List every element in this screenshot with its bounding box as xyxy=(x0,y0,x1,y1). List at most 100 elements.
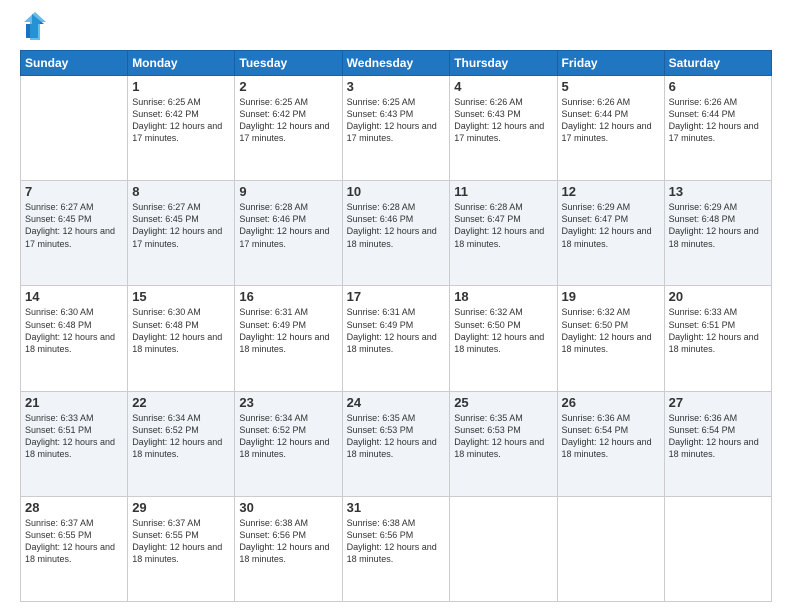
day-info: Sunrise: 6:29 AM Sunset: 6:47 PM Dayligh… xyxy=(562,201,660,250)
day-number: 11 xyxy=(454,184,552,199)
day-number: 21 xyxy=(25,395,123,410)
calendar-cell xyxy=(557,496,664,601)
calendar-cell: 31Sunrise: 6:38 AM Sunset: 6:56 PM Dayli… xyxy=(342,496,450,601)
day-number: 8 xyxy=(132,184,230,199)
day-info: Sunrise: 6:37 AM Sunset: 6:55 PM Dayligh… xyxy=(132,517,230,566)
logo-text xyxy=(20,16,46,40)
day-number: 20 xyxy=(669,289,767,304)
day-number: 9 xyxy=(239,184,337,199)
day-number: 30 xyxy=(239,500,337,515)
day-info: Sunrise: 6:38 AM Sunset: 6:56 PM Dayligh… xyxy=(239,517,337,566)
calendar-cell: 9 Sunrise: 6:28 AM Sunset: 6:46 PM Daylig… xyxy=(235,181,342,286)
day-number: 22 xyxy=(132,395,230,410)
day-number: 6 xyxy=(669,79,767,94)
calendar-cell: 28 Sunrise: 6:37 AM Sunset: 6:55 PM Dayli… xyxy=(21,496,128,601)
day-number: 26 xyxy=(562,395,660,410)
col-tuesday: Tuesday xyxy=(235,51,342,76)
calendar-cell: 30 Sunrise: 6:38 AM Sunset: 6:56 PM Dayli… xyxy=(235,496,342,601)
day-info: Sunrise: 6:35 AM Sunset: 6:53 PM Dayligh… xyxy=(454,412,552,461)
calendar-cell: 24 Sunrise: 6:35 AM Sunset: 6:53 PM Dayli… xyxy=(342,391,450,496)
day-number: 12 xyxy=(562,184,660,199)
calendar-cell: 13 Sunrise: 6:29 AM Sunset: 6:48 PM Dayli… xyxy=(664,181,771,286)
day-number: 13 xyxy=(669,184,767,199)
day-number: 27 xyxy=(669,395,767,410)
day-number: 24 xyxy=(347,395,446,410)
week-row-4: 21 Sunrise: 6:33 AM Sunset: 6:51 PM Dayli… xyxy=(21,391,772,496)
header-row: Sunday Monday Tuesday Wednesday Thursday… xyxy=(21,51,772,76)
day-info: Sunrise: 6:31 AM Sunset: 6:49 PM Dayligh… xyxy=(239,306,337,355)
calendar-cell: 5Sunrise: 6:26 AM Sunset: 6:44 PM Daylig… xyxy=(557,76,664,181)
calendar-cell: 16Sunrise: 6:31 AM Sunset: 6:49 PM Dayli… xyxy=(235,286,342,391)
day-info: Sunrise: 6:31 AM Sunset: 6:49 PM Dayligh… xyxy=(347,306,446,355)
day-info: Sunrise: 6:28 AM Sunset: 6:46 PM Dayligh… xyxy=(347,201,446,250)
day-info: Sunrise: 6:30 AM Sunset: 6:48 PM Dayligh… xyxy=(132,306,230,355)
calendar-cell: 22Sunrise: 6:34 AM Sunset: 6:52 PM Dayli… xyxy=(128,391,235,496)
day-info: Sunrise: 6:35 AM Sunset: 6:53 PM Dayligh… xyxy=(347,412,446,461)
day-number: 19 xyxy=(562,289,660,304)
day-info: Sunrise: 6:33 AM Sunset: 6:51 PM Dayligh… xyxy=(25,412,123,461)
calendar-cell: 8 Sunrise: 6:27 AM Sunset: 6:45 PM Daylig… xyxy=(128,181,235,286)
calendar-cell: 3 Sunrise: 6:25 AM Sunset: 6:43 PM Daylig… xyxy=(342,76,450,181)
calendar-cell xyxy=(450,496,557,601)
day-info: Sunrise: 6:38 AM Sunset: 6:56 PM Dayligh… xyxy=(347,517,446,566)
day-number: 14 xyxy=(25,289,123,304)
week-row-5: 28 Sunrise: 6:37 AM Sunset: 6:55 PM Dayli… xyxy=(21,496,772,601)
calendar-cell: 21 Sunrise: 6:33 AM Sunset: 6:51 PM Dayli… xyxy=(21,391,128,496)
calendar-cell: 11 Sunrise: 6:28 AM Sunset: 6:47 PM Dayli… xyxy=(450,181,557,286)
calendar-cell: 19Sunrise: 6:32 AM Sunset: 6:50 PM Dayli… xyxy=(557,286,664,391)
day-info: Sunrise: 6:27 AM Sunset: 6:45 PM Dayligh… xyxy=(132,201,230,250)
logo xyxy=(20,16,46,40)
day-info: Sunrise: 6:26 AM Sunset: 6:43 PM Dayligh… xyxy=(454,96,552,145)
calendar-cell: 27 Sunrise: 6:36 AM Sunset: 6:54 PM Dayli… xyxy=(664,391,771,496)
day-number: 3 xyxy=(347,79,446,94)
day-info: Sunrise: 6:26 AM Sunset: 6:44 PM Dayligh… xyxy=(669,96,767,145)
day-number: 7 xyxy=(25,184,123,199)
day-number: 29 xyxy=(132,500,230,515)
day-info: Sunrise: 6:25 AM Sunset: 6:43 PM Dayligh… xyxy=(347,96,446,145)
day-number: 25 xyxy=(454,395,552,410)
day-info: Sunrise: 6:36 AM Sunset: 6:54 PM Dayligh… xyxy=(669,412,767,461)
calendar-cell: 20 Sunrise: 6:33 AM Sunset: 6:51 PM Dayli… xyxy=(664,286,771,391)
calendar-cell: 15 Sunrise: 6:30 AM Sunset: 6:48 PM Dayli… xyxy=(128,286,235,391)
day-number: 23 xyxy=(239,395,337,410)
calendar-cell: 10Sunrise: 6:28 AM Sunset: 6:46 PM Dayli… xyxy=(342,181,450,286)
col-thursday: Thursday xyxy=(450,51,557,76)
day-info: Sunrise: 6:25 AM Sunset: 6:42 PM Dayligh… xyxy=(239,96,337,145)
col-wednesday: Wednesday xyxy=(342,51,450,76)
calendar-cell: 14 Sunrise: 6:30 AM Sunset: 6:48 PM Dayli… xyxy=(21,286,128,391)
day-info: Sunrise: 6:28 AM Sunset: 6:46 PM Dayligh… xyxy=(239,201,337,250)
day-info: Sunrise: 6:36 AM Sunset: 6:54 PM Dayligh… xyxy=(562,412,660,461)
col-monday: Monday xyxy=(128,51,235,76)
day-info: Sunrise: 6:32 AM Sunset: 6:50 PM Dayligh… xyxy=(454,306,552,355)
day-info: Sunrise: 6:26 AM Sunset: 6:44 PM Dayligh… xyxy=(562,96,660,145)
calendar-cell: 18Sunrise: 6:32 AM Sunset: 6:50 PM Dayli… xyxy=(450,286,557,391)
calendar-cell: 4Sunrise: 6:26 AM Sunset: 6:43 PM Daylig… xyxy=(450,76,557,181)
day-number: 1 xyxy=(132,79,230,94)
week-row-3: 14 Sunrise: 6:30 AM Sunset: 6:48 PM Dayli… xyxy=(21,286,772,391)
calendar-cell: 7 Sunrise: 6:27 AM Sunset: 6:45 PM Daylig… xyxy=(21,181,128,286)
logo-icon xyxy=(24,12,46,40)
col-saturday: Saturday xyxy=(664,51,771,76)
calendar-cell: 29 Sunrise: 6:37 AM Sunset: 6:55 PM Dayli… xyxy=(128,496,235,601)
day-number: 17 xyxy=(347,289,446,304)
calendar-cell xyxy=(664,496,771,601)
day-info: Sunrise: 6:27 AM Sunset: 6:45 PM Dayligh… xyxy=(25,201,123,250)
day-info: Sunrise: 6:33 AM Sunset: 6:51 PM Dayligh… xyxy=(669,306,767,355)
day-info: Sunrise: 6:30 AM Sunset: 6:48 PM Dayligh… xyxy=(25,306,123,355)
day-number: 28 xyxy=(25,500,123,515)
day-info: Sunrise: 6:29 AM Sunset: 6:48 PM Dayligh… xyxy=(669,201,767,250)
calendar-cell: 1Sunrise: 6:25 AM Sunset: 6:42 PM Daylig… xyxy=(128,76,235,181)
day-info: Sunrise: 6:37 AM Sunset: 6:55 PM Dayligh… xyxy=(25,517,123,566)
day-number: 15 xyxy=(132,289,230,304)
day-info: Sunrise: 6:34 AM Sunset: 6:52 PM Dayligh… xyxy=(239,412,337,461)
col-friday: Friday xyxy=(557,51,664,76)
day-number: 2 xyxy=(239,79,337,94)
calendar-table: Sunday Monday Tuesday Wednesday Thursday… xyxy=(20,50,772,602)
calendar-cell xyxy=(21,76,128,181)
page: Sunday Monday Tuesday Wednesday Thursday… xyxy=(0,0,792,612)
week-row-2: 7 Sunrise: 6:27 AM Sunset: 6:45 PM Daylig… xyxy=(21,181,772,286)
calendar-cell: 2 Sunrise: 6:25 AM Sunset: 6:42 PM Daylig… xyxy=(235,76,342,181)
day-info: Sunrise: 6:28 AM Sunset: 6:47 PM Dayligh… xyxy=(454,201,552,250)
calendar-cell: 12 Sunrise: 6:29 AM Sunset: 6:47 PM Dayli… xyxy=(557,181,664,286)
col-sunday: Sunday xyxy=(21,51,128,76)
